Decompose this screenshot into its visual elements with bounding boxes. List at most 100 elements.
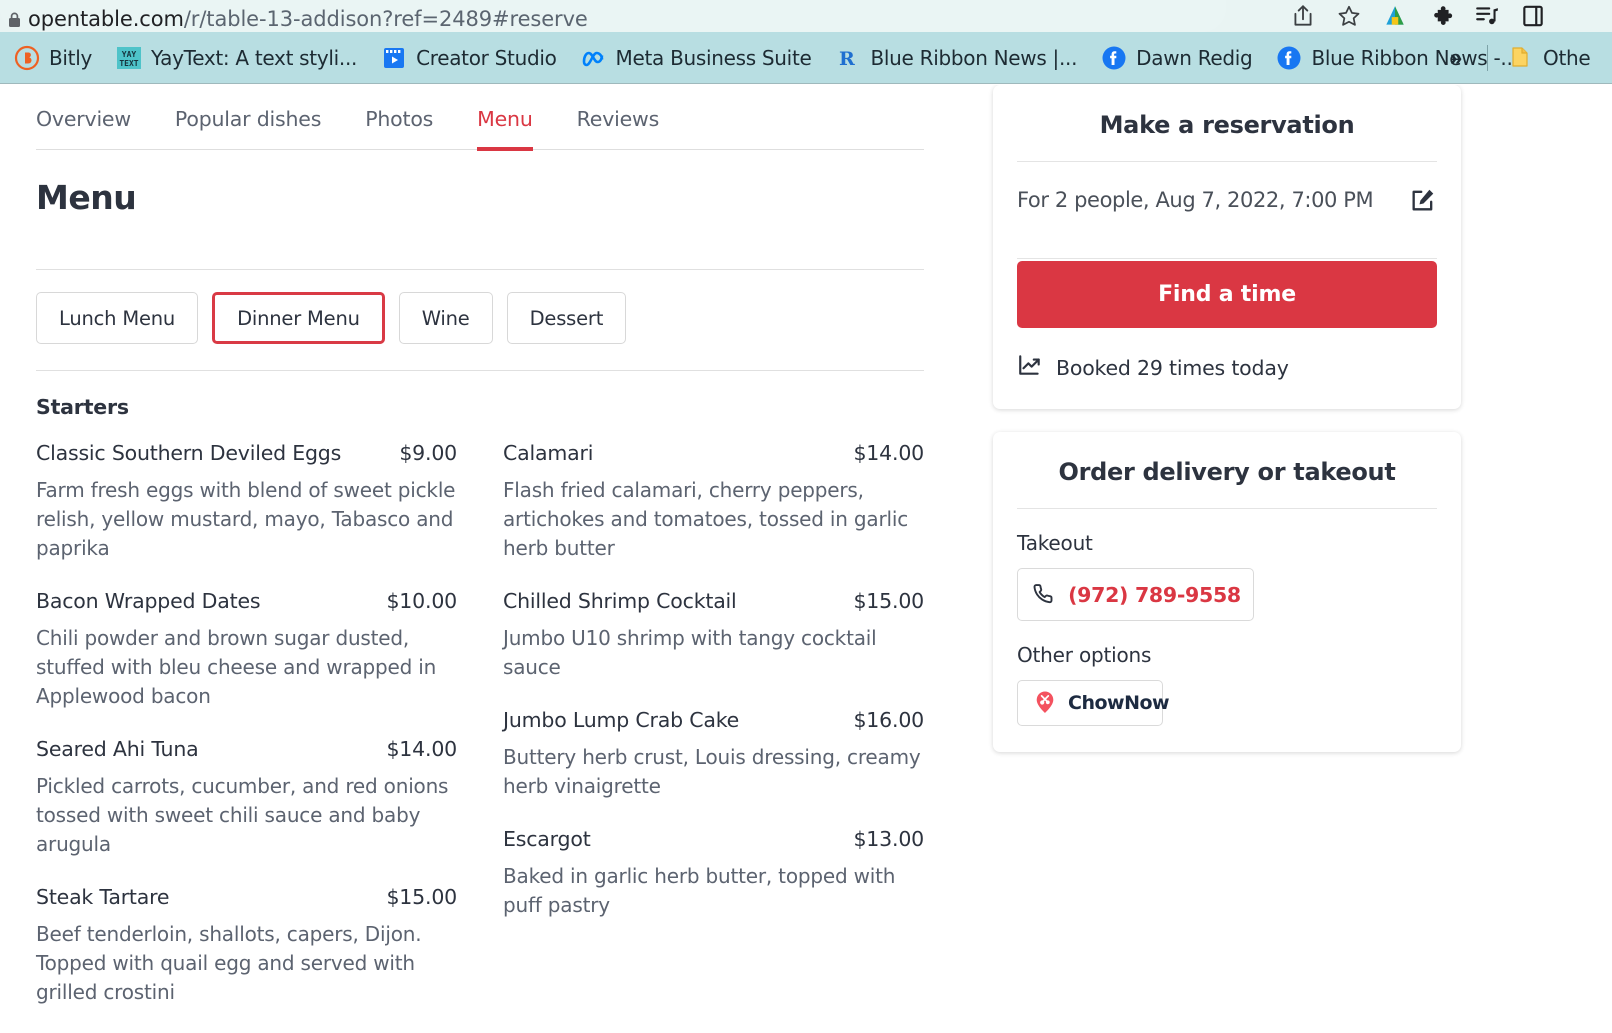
url-text: opentable.com/r/table-13-addison?ref=248… xyxy=(28,7,588,31)
facebook-icon xyxy=(1276,45,1302,71)
page-title: Menu xyxy=(36,178,137,217)
dish-name: Bacon Wrapped Dates xyxy=(36,589,261,613)
dish-description: Jumbo U10 shrimp with tangy cocktail sau… xyxy=(503,626,877,679)
chownow-label: ChowNow xyxy=(1068,692,1170,714)
sidepanel-icon[interactable] xyxy=(1520,3,1546,29)
bitly-icon xyxy=(14,45,40,71)
bookmarks-overflow-button[interactable]: » xyxy=(1450,45,1462,71)
bookmark-yaytext[interactable]: YAY TEXT YayText: A text styli... xyxy=(116,45,357,71)
other-bookmarks-label: Othe xyxy=(1543,45,1591,70)
dish-price: $14.00 xyxy=(853,441,924,465)
tab-reviews[interactable]: Reviews xyxy=(577,107,660,149)
dish-item: Classic Southern Deviled Eggs $9.00 Farm… xyxy=(36,441,457,563)
bookmark-creator-studio[interactable]: Creator Studio xyxy=(381,45,557,71)
dish-name: Jumbo Lump Crab Cake xyxy=(503,708,740,732)
section-nav-tabs: Overview Popular dishes Photos Menu Revi… xyxy=(36,85,924,151)
dish-name: Calamari xyxy=(503,441,594,465)
dish-item: Escargot $13.00 Baked in garlic herb but… xyxy=(503,827,924,920)
omnibox-actions xyxy=(1290,0,1546,32)
bookmark-label: Bitly xyxy=(49,45,93,70)
tab-overview[interactable]: Overview xyxy=(36,107,131,149)
other-options-label: Other options xyxy=(1017,643,1152,667)
bookmark-bitly[interactable]: Bitly xyxy=(14,45,92,71)
address-bar[interactable]: opentable.com/r/table-13-addison?ref=248… xyxy=(0,0,1226,32)
dish-price: $9.00 xyxy=(399,441,457,465)
dish-description: Pickled carrots, cucumber, and red onion… xyxy=(36,774,449,856)
dish-name: Chilled Shrimp Cocktail xyxy=(503,589,737,613)
find-a-time-button[interactable]: Find a time xyxy=(1017,261,1437,328)
bookmark-label: YayText: A text styli... xyxy=(151,45,358,70)
title-divider xyxy=(36,269,924,270)
takeout-card-title: Order delivery or takeout xyxy=(1058,458,1396,486)
takeout-phone-number: (972) 789-9558 xyxy=(1068,582,1241,607)
bookmark-dawn-redig[interactable]: Dawn Redig xyxy=(1101,45,1253,71)
booked-stat-row: Booked 29 times today xyxy=(1017,352,1437,383)
facebook-icon xyxy=(1101,45,1127,71)
dish-grid: Classic Southern Deviled Eggs $9.00 Farm… xyxy=(36,441,924,1033)
dish-item: Bacon Wrapped Dates $10.00 Chili powder … xyxy=(36,589,457,711)
bookmark-meta-business-suite[interactable]: Meta Business Suite xyxy=(581,45,812,71)
dish-header: Steak Tartare $15.00 xyxy=(36,885,457,909)
bookmark-label: Creator Studio xyxy=(416,45,557,70)
menu-type-wine-button[interactable]: Wine xyxy=(398,292,493,344)
edit-reservation-button[interactable] xyxy=(1409,186,1437,214)
chownow-button[interactable]: ChowNow xyxy=(1017,680,1170,726)
extension-colored-icon[interactable] xyxy=(1382,3,1408,29)
dish-price: $15.00 xyxy=(386,885,457,909)
phone-icon xyxy=(1030,581,1054,608)
dish-description: Flash fried calamari, cherry peppers, ar… xyxy=(503,478,909,560)
meta-icon xyxy=(581,45,607,71)
reservation-summary-row[interactable]: For 2 people, Aug 7, 2022, 7:00 PM xyxy=(1017,162,1437,236)
dish-price: $14.00 xyxy=(386,737,457,761)
bookmark-label: Meta Business Suite xyxy=(615,45,812,70)
dish-name: Seared Ahi Tuna xyxy=(36,737,199,761)
dish-name: Classic Southern Deviled Eggs xyxy=(36,441,342,465)
takeout-card: Order delivery or takeout Takeout (972) … xyxy=(993,432,1461,752)
lock-icon xyxy=(8,12,21,28)
menu-section-divider xyxy=(36,370,924,371)
dish-header: Escargot $13.00 xyxy=(503,827,924,851)
dish-item: Calamari $14.00 Flash fried calamari, ch… xyxy=(503,441,924,563)
page-content: Overview Popular dishes Photos Menu Revi… xyxy=(0,85,1612,1033)
tab-popular-dishes[interactable]: Popular dishes xyxy=(175,107,321,149)
bookmark-star-icon[interactable] xyxy=(1336,3,1362,29)
reading-list-icon[interactable] xyxy=(1474,3,1500,29)
takeout-card-divider xyxy=(1017,508,1437,509)
creator-studio-icon xyxy=(381,45,407,71)
dish-item: Seared Ahi Tuna $14.00 Pickled carrots, … xyxy=(36,737,457,859)
takeout-phone-button[interactable]: (972) 789-9558 xyxy=(1017,568,1254,621)
bookmark-blue-ribbon-news-2[interactable]: Blue Ribbon News -... xyxy=(1276,45,1519,71)
reservation-card-title: Make a reservation xyxy=(1099,111,1355,139)
folder-icon xyxy=(1508,45,1534,71)
menu-section-title: Starters xyxy=(36,395,129,419)
other-bookmarks-button[interactable]: Othe xyxy=(1508,45,1591,71)
bookmark-blue-ribbon-news-1[interactable]: R Blue Ribbon News |... xyxy=(836,45,1078,71)
restaurant-main-column: Overview Popular dishes Photos Menu Revi… xyxy=(36,85,924,1033)
dish-header: Seared Ahi Tuna $14.00 xyxy=(36,737,457,761)
tab-menu[interactable]: Menu xyxy=(477,107,533,151)
dish-price: $13.00 xyxy=(853,827,924,851)
dish-description: Baked in garlic herb butter, topped with… xyxy=(503,864,896,917)
dish-description: Buttery herb crust, Louis dressing, crea… xyxy=(503,745,921,798)
dish-column-left: Classic Southern Deviled Eggs $9.00 Farm… xyxy=(36,441,457,1033)
menu-type-lunch-button[interactable]: Lunch Menu xyxy=(36,292,199,344)
menu-type-dinner-button[interactable]: Dinner Menu xyxy=(212,292,385,344)
booked-stat-text: Booked 29 times today xyxy=(1056,355,1289,380)
share-icon[interactable] xyxy=(1290,3,1316,29)
dish-header: Jumbo Lump Crab Cake $16.00 xyxy=(503,708,924,732)
menu-type-dessert-button[interactable]: Dessert xyxy=(506,292,627,344)
takeout-label: Takeout xyxy=(1017,531,1093,555)
dish-header: Calamari $14.00 xyxy=(503,441,924,465)
tab-photos[interactable]: Photos xyxy=(365,107,433,149)
url-host: opentable.com xyxy=(28,7,184,31)
chownow-pin-icon xyxy=(1032,689,1058,718)
dish-price: $16.00 xyxy=(853,708,924,732)
right-rail: Make a reservation For 2 people, Aug 7, … xyxy=(993,85,1461,752)
extensions-puzzle-icon[interactable] xyxy=(1428,3,1454,29)
edit-pencil-icon xyxy=(1409,189,1437,217)
dish-header: Chilled Shrimp Cocktail $15.00 xyxy=(503,589,924,613)
dish-description: Farm fresh eggs with blend of sweet pick… xyxy=(36,478,456,560)
yaytext-icon: YAY TEXT xyxy=(116,45,142,71)
dish-price: $10.00 xyxy=(386,589,457,613)
dish-description: Chili powder and brown sugar dusted, stu… xyxy=(36,626,437,708)
